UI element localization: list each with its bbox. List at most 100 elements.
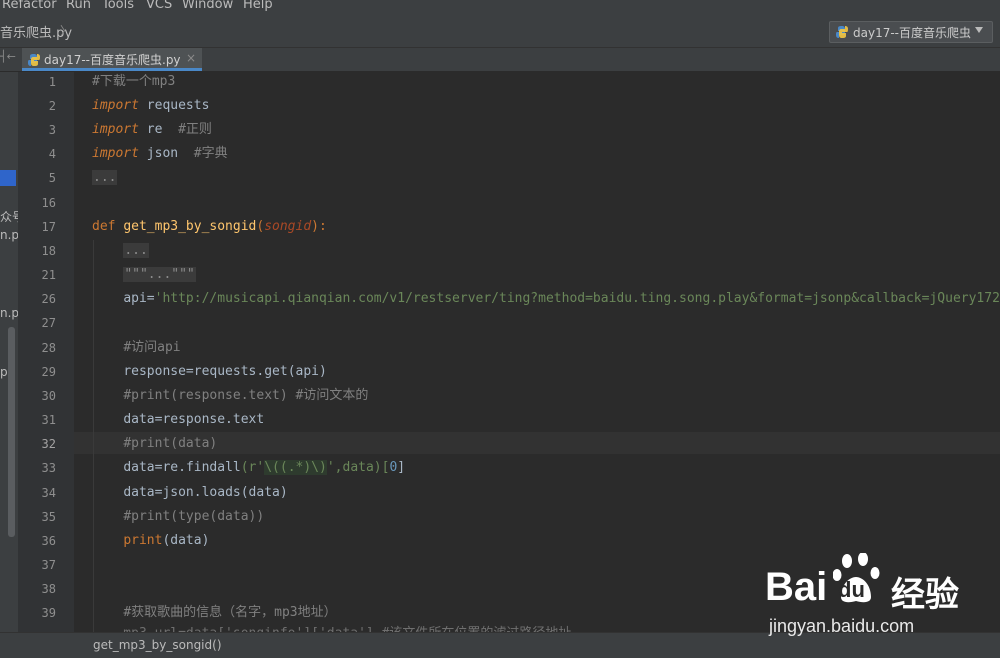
tab-day17-baidu-music[interactable]: day17--百度音乐爬虫.py × <box>22 48 202 71</box>
code-line-40-partial: mp3_url=data['songinfo']['data'] #该文件所在位… <box>92 624 571 632</box>
line-number: 2 <box>48 99 56 113</box>
line-number: 31 <box>41 413 56 427</box>
code-line-32: #print(data) <box>92 434 217 458</box>
line-number: 38 <box>41 582 56 596</box>
tab-label: day17--百度音乐爬虫.py <box>44 53 181 67</box>
menu-bar: Refactor Run Tools VCS Window Help <box>0 0 1000 14</box>
code-line-26: api='http://musicapi.qianqian.com/v1/res… <box>92 289 1000 313</box>
code-text: data=re. <box>123 460 186 475</box>
comment: #正则 <box>178 122 212 137</box>
close-icon[interactable]: × <box>186 51 196 65</box>
module: json <box>146 146 179 161</box>
line-number: 27 <box>41 316 56 330</box>
line-number: 37 <box>41 558 56 572</box>
regex: \((.*)\) <box>264 460 327 475</box>
code-line-1: #下载一个mp3 <box>92 72 175 96</box>
code-text: api= <box>123 291 155 306</box>
tree-item[interactable]: n.p <box>0 228 18 242</box>
line-number: 21 <box>41 268 56 282</box>
code-text: (data) <box>240 485 288 500</box>
code-editor[interactable]: #下载一个mp3 import requests import re #正则 i… <box>74 72 1000 632</box>
code-line-31: data=response.text <box>92 410 264 434</box>
panel-scrollbar[interactable] <box>8 327 15 537</box>
watermark-logo-cn: 经验 <box>891 576 959 614</box>
comment: #print(type(data)) <box>123 509 265 524</box>
comment: #访问api <box>123 340 181 355</box>
baidu-jingyan-watermark: Bai du 经验 jingyan.baidu.com <box>765 551 1000 641</box>
keyword: import <box>92 146 139 161</box>
code-text: data=json. <box>123 485 202 500</box>
tree-item[interactable]: n.p <box>0 306 18 320</box>
code-text: data=response.text <box>123 412 265 427</box>
line-number: 35 <box>41 510 56 524</box>
line-number: 5 <box>48 171 56 185</box>
watermark-logo-text: du <box>838 577 865 602</box>
method: get <box>264 364 288 379</box>
line-number-current: 32 <box>41 437 56 451</box>
keyword: def <box>92 219 116 234</box>
line-number: 36 <box>41 534 56 548</box>
run-configuration-label: day17--百度音乐爬虫 <box>853 26 972 40</box>
code-line-30: #print(response.text) #访问文本的 <box>92 386 368 410</box>
tree-item[interactable]: 众号 <box>0 208 18 225</box>
line-number-gutter: 1 2 3 4 5 16 17 18 21 26 27 28 29 30 31 … <box>18 72 87 632</box>
module: requests <box>146 98 210 113</box>
line-number: 39 <box>41 606 56 620</box>
code-line-18: ... <box>92 241 149 265</box>
python-file-icon <box>27 52 41 71</box>
code-line-5: ... <box>92 168 118 192</box>
line-number: 33 <box>41 461 56 475</box>
code-line-28: #访问api <box>92 338 181 362</box>
watermark-logo-text: Bai <box>765 565 828 609</box>
comment: #下载一个mp3 <box>92 74 176 89</box>
code-text: (r' <box>240 460 265 475</box>
line-number: 28 <box>41 341 56 355</box>
code-line-17: def get_mp3_by_songid(songid): <box>92 219 327 234</box>
line-number: 34 <box>41 486 56 500</box>
parameter: songid <box>264 219 312 234</box>
module: re <box>146 122 163 137</box>
menu-run[interactable]: Run <box>66 0 91 12</box>
line-number: 16 <box>41 196 56 210</box>
selected-tree-item[interactable] <box>0 170 16 186</box>
code-text: ',data)[ <box>326 460 390 475</box>
run-configuration-dropdown[interactable]: day17--百度音乐爬虫 <box>829 21 993 43</box>
menu-help[interactable]: Help <box>243 0 273 12</box>
menu-refactor[interactable]: Refactor <box>2 0 57 12</box>
code-line-29: response=requests.get(api) <box>92 362 327 386</box>
python-file-icon <box>835 24 849 43</box>
comment: #print(response.text) #访问文本的 <box>123 388 369 403</box>
menu-window[interactable]: Window <box>182 0 233 12</box>
back-arrow-icon[interactable]: ┤← <box>0 50 16 63</box>
code-text: response=requests. <box>123 364 265 379</box>
function-breadcrumb[interactable]: get_mp3_by_songid() <box>93 638 222 652</box>
string: 'http://musicapi.qianqian.com/v1/restser… <box>154 291 1000 306</box>
comment: #字典 <box>193 146 228 161</box>
code-text: ] <box>397 460 406 475</box>
breadcrumb-chevron-icon: 〉 <box>60 24 73 38</box>
method: loads <box>201 485 241 500</box>
keyword: import <box>92 122 139 137</box>
folded-region[interactable]: ... <box>123 243 149 258</box>
code-line-3: import re #正则 <box>92 120 212 144</box>
code-line-35: #print(type(data)) <box>92 507 264 531</box>
function-name: get_mp3_by_songid <box>123 219 257 234</box>
code-line-36: print(data) <box>92 531 209 555</box>
line-number: 26 <box>41 292 56 306</box>
comment: #获取歌曲的信息（名字，mp3地址） <box>123 605 337 620</box>
line-number: 4 <box>48 147 56 161</box>
code-line-21: """...""" <box>92 265 196 289</box>
editor-tab-strip: ┤← day17--百度音乐爬虫.py × <box>0 48 1000 72</box>
folded-docstring[interactable]: """...""" <box>123 267 196 282</box>
code-line-33: data=re.findall(r'\((.*)\)',data)[0] <box>92 458 405 482</box>
keyword: print <box>123 533 163 548</box>
chevron-down-icon <box>975 27 983 33</box>
code-line-34: data=json.loads(data) <box>92 483 288 507</box>
menu-tools[interactable]: Tools <box>102 0 134 12</box>
line-number: 30 <box>41 389 56 403</box>
watermark-url: jingyan.baidu.com <box>769 616 915 636</box>
folded-region[interactable]: ... <box>92 170 118 185</box>
line-number: 18 <box>41 244 56 258</box>
menu-vcs[interactable]: VCS <box>146 0 172 12</box>
keyword: import <box>92 98 139 113</box>
